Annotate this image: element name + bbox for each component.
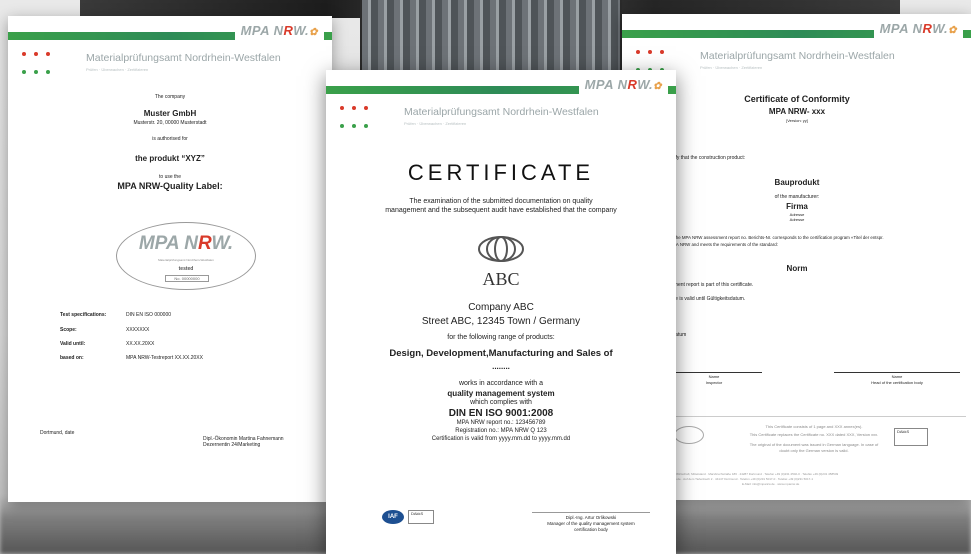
footer-line: ung für Wirtschaft, Mittelstand · Marsbr… [666, 472, 839, 476]
institute-name: Materialprüfungsamt Nordrhein-Westfalen [404, 106, 599, 118]
part-of-text: essment report is part of this certifica… [666, 282, 754, 288]
footer-line: mpanrw.de · Auf dem Tiefenbach 2 · 44147… [666, 477, 813, 481]
authorised-for-label: is authorised for [152, 136, 188, 142]
complies-text: which complies with [470, 399, 532, 406]
certificate-note: This Certificate consists of 1 page and … [765, 424, 863, 429]
iso-9001-certificate: MPA NRW.✿ Materialprüfungsamt Nordrhein-… [326, 70, 676, 554]
standard-norm: Norm [786, 264, 808, 273]
dakks-logo: DAkkS [894, 428, 928, 446]
institute-tagline: Prüfen · Überwachen · Zertifizieren [700, 65, 763, 70]
institute-name: Materialprüfungsamt Nordrhein-Westfalen [86, 52, 281, 64]
conformity-subtitle: MPA NRW- xxx [768, 107, 826, 116]
product-range: Design, Development,Manufacturing and Sa… [389, 348, 613, 359]
badge-line: Materialprüfungsamt Nordrhein-Westfalen [158, 258, 214, 262]
conformity-title: Certificate of Conformity [744, 94, 850, 104]
the-company-label: The company [154, 94, 186, 100]
manufacturer-name: Firma [786, 202, 808, 211]
document-header: MPA NRW.✿ Materialprüfungsamt Nordrhein-… [326, 70, 676, 140]
company-name: Muster GmbH [143, 109, 197, 118]
signature-line-inspector [666, 372, 762, 373]
head-name: Name [891, 374, 903, 379]
signer-role: Manager of the quality management system [547, 521, 635, 526]
intro-text: The examination of the submitted documen… [409, 198, 593, 205]
row-value: MPA NRW-Testreport XX.XX.20XX [126, 355, 203, 361]
place-date: Dortmund, date [40, 430, 75, 436]
product-range-placeholder: ........ [492, 362, 510, 371]
certificate-note: doubt only the German version is valid. [779, 448, 849, 453]
footer-line: E-Mail: info@mpanrw.de · www.mpanrw.de [742, 482, 800, 486]
row-value: XX.XX.20XX [126, 341, 155, 347]
of-manufacturer-label: of the manufacturer: [774, 194, 820, 200]
abc-ribbon-icon [478, 236, 524, 262]
works-text: works in accordance with a [458, 380, 544, 387]
conformity-version: [Version: yy] [786, 118, 808, 123]
row-key: based on: [60, 355, 84, 361]
qms-text: quality management system [447, 389, 555, 398]
signature-line-head [834, 372, 960, 373]
document-header: MPA NRW.✿ Materialprüfungsamt Nordrhein-… [8, 16, 332, 86]
institute-tagline: Prüfen · Überwachen · Zertifizieren [404, 121, 467, 126]
report-text-line: g to the MPA NRW assessment report no. B… [666, 235, 884, 240]
head-role: Head of the certification body [871, 380, 923, 385]
abc-logo-text: ABC [482, 269, 520, 289]
signer-name: Dipl.-Ing. Artur Orlikowski [565, 515, 617, 520]
to-use-label: to use the [159, 174, 181, 180]
institute-tagline: Prüfen · Überwachen · Zertifizieren [86, 67, 149, 72]
certificate-note: The original of the document was issued … [749, 442, 879, 447]
registration-number: Registration no.: MPA NRW Q 123 [455, 428, 547, 434]
inspector-role: Inspector [705, 380, 723, 385]
quality-label-badge: MPA NRW. Materialprüfungsamt Nordrhein-W… [116, 222, 256, 290]
construction-product: Bauprodukt [774, 178, 820, 187]
row-key: Scope: [60, 327, 77, 333]
badge-tested: tested [178, 266, 194, 272]
signature-line [532, 512, 650, 513]
dot-grid-icon [22, 46, 68, 82]
certify-text: certify that the construction product: [666, 155, 746, 161]
company-address: Street ABC, 12345 Town / Germany [421, 316, 581, 327]
certificate-note: This Certificate replaces the Certificat… [749, 432, 879, 437]
badge-number: No. 00000000 [165, 275, 209, 282]
valid-until-text: ficate is valid until Gültigkeitsdatum. [666, 296, 746, 302]
abc-company-logo: ABC [471, 232, 531, 288]
manufacturer-address: Adresse [789, 217, 805, 222]
mpa-nrw-logo: MPA NRW.✿ [578, 74, 668, 96]
row-key: Valid until: [60, 341, 86, 347]
inspector-name: Name [708, 374, 720, 379]
row-value: XXXXXXX [126, 327, 150, 333]
mpa-nrw-logo: MPA NRW.✿ [873, 18, 963, 40]
report-text-line: e MPA NRW and meets the requirements of … [666, 242, 778, 247]
row-value: DIN EN ISO 000000 [126, 312, 172, 318]
background-photo-center [360, 0, 622, 70]
range-intro: for the following range of products: [447, 334, 555, 341]
signer-role: certification body [574, 527, 608, 532]
dakks-logo: DAkkS [408, 510, 434, 524]
quality-label-title: MPA NRW-Quality Label: [117, 181, 223, 191]
iaf-logo: IAF [382, 510, 404, 524]
divider [666, 416, 966, 417]
certificate-title: CERTIFICATE [407, 160, 595, 185]
quality-label-certificate: MPA NRW.✿ Materialprüfungsamt Nordrhein-… [8, 16, 332, 502]
dot-grid-icon [340, 100, 386, 136]
institute-name: Materialprüfungsamt Nordrhein-Westfalen [700, 50, 895, 62]
mpa-nrw-logo: MPA NRW.✿ [234, 20, 324, 42]
product-name: the produkt “XYZ” [135, 154, 205, 163]
report-number: MPA NRW report no.: 123456789 [456, 420, 546, 426]
mpa-seal-icon [674, 426, 704, 444]
row-key: Test specifications: [60, 312, 107, 318]
company-name: Company ABC [468, 302, 534, 313]
company-address: Musterstr. 20, 00000 Musterstadt [133, 120, 207, 126]
iso-standard: DIN EN ISO 9001:2008 [448, 408, 554, 419]
validity-period: Certification is valid from yyyy.mm.dd t… [431, 436, 571, 442]
intro-text: management and the subsequent audit have… [385, 207, 617, 214]
signer-department: Dezernentin 24/Marketing [203, 442, 261, 448]
badge-logo: MPA NRW. [138, 233, 234, 254]
